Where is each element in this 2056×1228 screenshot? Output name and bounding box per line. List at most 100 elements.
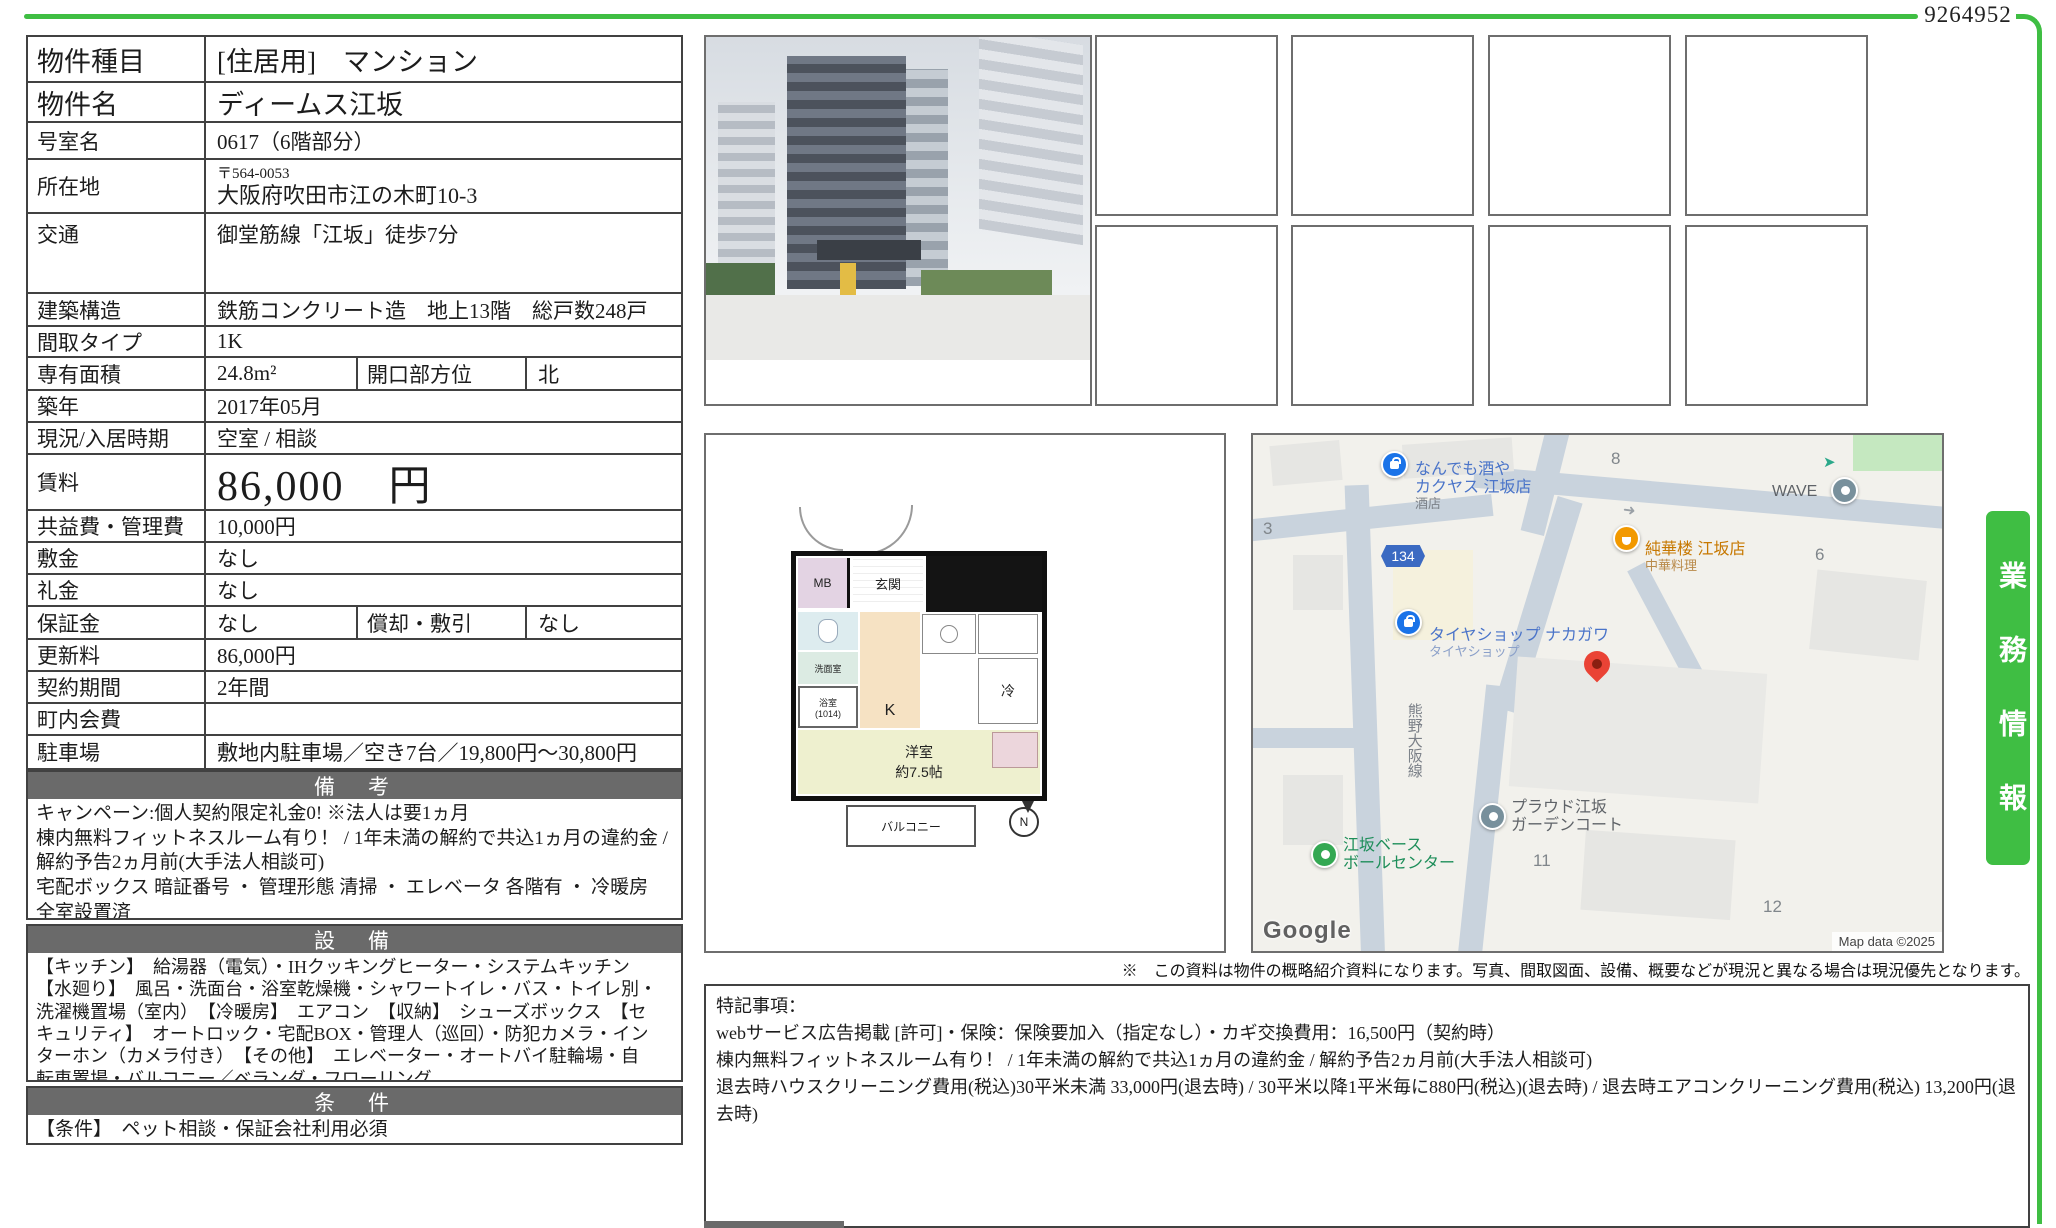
table-row: 所在地 〒564-0053 大阪府吹田市江の木町10-3	[28, 160, 681, 214]
park-arrow-icon: ➤	[1823, 454, 1836, 471]
row-value-2: なし	[538, 611, 580, 636]
poi-kakuyasu-type: 酒店	[1415, 495, 1442, 511]
row-value-2: 北	[538, 362, 559, 387]
row-value: 0617（6階部分）	[217, 129, 375, 154]
shop-pin-icon	[1395, 609, 1422, 636]
table-row: 築年 2017年05月	[28, 391, 681, 423]
photo-slot-empty	[1488, 35, 1671, 216]
table-row: 礼金 なし	[28, 575, 681, 607]
photo-pavement	[706, 295, 1090, 360]
photo-sign	[840, 263, 856, 296]
bathroom: 浴室 (1014)	[798, 686, 858, 728]
conditions-text: 【条件】 ペット相談・保証会社利用必須	[36, 1119, 388, 1140]
row-label: 所在地	[28, 160, 206, 212]
closet	[992, 732, 1038, 768]
map-building-block	[1580, 829, 1736, 921]
equipment-section: 設 備 【キッチン】 給湯器（電気）・IHクッキングヒーター・システムキッチン …	[26, 924, 683, 1082]
block-number: 6	[1815, 545, 1825, 564]
equipment-header: 設 備	[28, 926, 681, 953]
row-value: 〒564-0053 大阪府吹田市江の木町10-3	[206, 160, 681, 212]
remarks-header: 備 考	[28, 772, 681, 799]
next-section-header-sliver	[704, 1221, 844, 1228]
photo-building-left	[717, 101, 776, 289]
row-value: 10,000円	[217, 515, 296, 539]
row-label-2: 償却・敷引	[358, 607, 527, 638]
row-value: 鉄筋コンクリート造 地上13階 総戸数248戸	[217, 298, 648, 323]
disclaimer-text: ※ この資料は物件の概略紹介資料になります。写真、間取図面、設備、概要などが現況…	[1121, 963, 2030, 980]
table-row: 専有面積 24.8m² 開口部方位 北	[28, 358, 681, 391]
map-building-block	[1508, 656, 1768, 804]
business-info-tab: 業務情報	[1986, 511, 2030, 865]
poi-baseball: 江坂ベース ボールセンター	[1343, 837, 1456, 872]
row-label: 築年	[28, 391, 206, 421]
equipment-text: 【キッチン】 給湯器（電気）・IHクッキングヒーター・システムキッチン 【水廻り…	[36, 957, 657, 1082]
wave-pin-icon	[1831, 477, 1858, 504]
row-label: 駐車場	[28, 736, 206, 768]
row-value: 2年間	[217, 676, 270, 700]
row-value: なし	[217, 547, 259, 571]
block-number: 3	[1263, 519, 1273, 538]
table-row: 町内会費	[28, 704, 681, 736]
kitchen: K	[860, 612, 920, 728]
entry-door-arc	[799, 507, 843, 551]
photo-slot-empty	[1291, 35, 1474, 216]
photo-slot-empty	[1291, 225, 1474, 406]
postal-code: 〒564-0053	[217, 165, 290, 182]
table-row-rent: 賃料 86,000 円	[28, 455, 681, 511]
map-building-block	[1269, 440, 1343, 486]
row-label: 建築構造	[28, 294, 206, 325]
genkan: 玄関	[853, 558, 923, 608]
map: ➜ ➤ なんでも酒や カクヤス 江坂店 酒店 8 WAVE 純華楼 江坂店 中華…	[1251, 433, 1944, 953]
unit-outline: MB 玄関 洗面室 浴室 (1014) K 冷 洋室 約7.5帖	[791, 551, 1047, 801]
row-value: 1K	[217, 329, 243, 353]
row-label: 礼金	[28, 575, 206, 605]
row-value: 御堂筋線「江坂」徒歩7分	[217, 223, 459, 247]
photo-slot-empty	[1095, 35, 1278, 216]
row-value: 24.8m²	[206, 358, 358, 389]
map-road	[1253, 728, 1358, 748]
toilet	[798, 612, 858, 650]
washer-icon	[940, 625, 958, 643]
row-value: 敷地内駐車場／空き7台／19,800円～30,800円	[217, 741, 637, 765]
row-label: 契約期間	[28, 672, 206, 702]
poi-wave: WAVE	[1772, 483, 1818, 500]
map-building-block	[1283, 775, 1343, 845]
row-label: 現況/入居時期	[28, 423, 206, 453]
floorplan: MB 玄関 洗面室 浴室 (1014) K 冷 洋室 約7.5帖 バルコニー N	[791, 505, 1051, 895]
photo-hedge	[921, 269, 1052, 296]
photo-slot-empty	[1488, 225, 1671, 406]
shaft-block	[926, 556, 1042, 612]
photo-slot-empty	[1685, 35, 1868, 216]
block-number: 11	[1533, 851, 1551, 870]
table-row: 駐車場 敷地内駐車場／空き7台／19,800円～30,800円	[28, 736, 681, 768]
baseball-pin-icon	[1311, 841, 1338, 868]
rent-value: 86,000 円	[217, 463, 433, 510]
toilet-icon	[818, 619, 838, 643]
table-row: 現況/入居時期 空室 / 相談	[28, 423, 681, 455]
poi-tire-type: タイヤショップ	[1429, 643, 1520, 659]
property-table: 物件種目 [住居用] マンション 物件名 ディームス江坂 号室名 0617（6階…	[26, 35, 683, 770]
row-label: 敷金	[28, 543, 206, 573]
shop-pin-icon	[1381, 451, 1408, 478]
map-building-block	[1809, 569, 1927, 661]
one-way-arrow-icon: ➜	[1621, 501, 1637, 520]
poi-junkaro-name: 純華楼 江坂店	[1645, 540, 1746, 558]
washer-space	[922, 614, 976, 654]
table-row: 間取タイプ 1K	[28, 327, 681, 358]
map-road	[1344, 484, 1386, 951]
photo-slot-empty	[1685, 225, 1868, 406]
block-number: 8	[1611, 449, 1621, 468]
conditions-section: 条 件 【条件】 ペット相談・保証会社利用必須	[26, 1086, 683, 1145]
row-value: 2017年05月	[217, 395, 322, 419]
storage	[978, 614, 1038, 654]
table-row: 契約期間 2年間	[28, 672, 681, 704]
road-name: 熊野大阪線	[1405, 703, 1423, 778]
conditions-header: 条 件	[28, 1088, 681, 1115]
address: 大阪府吹田市江の木町10-3	[217, 182, 478, 208]
washroom: 洗面室	[798, 652, 858, 684]
photo-canopy	[817, 240, 922, 260]
row-label: 号室名	[28, 123, 206, 158]
poi-junkaro-type: 中華料理	[1645, 557, 1698, 573]
photo-building-right	[978, 37, 1083, 246]
table-row: 物件名 ディームス江坂	[28, 83, 681, 123]
